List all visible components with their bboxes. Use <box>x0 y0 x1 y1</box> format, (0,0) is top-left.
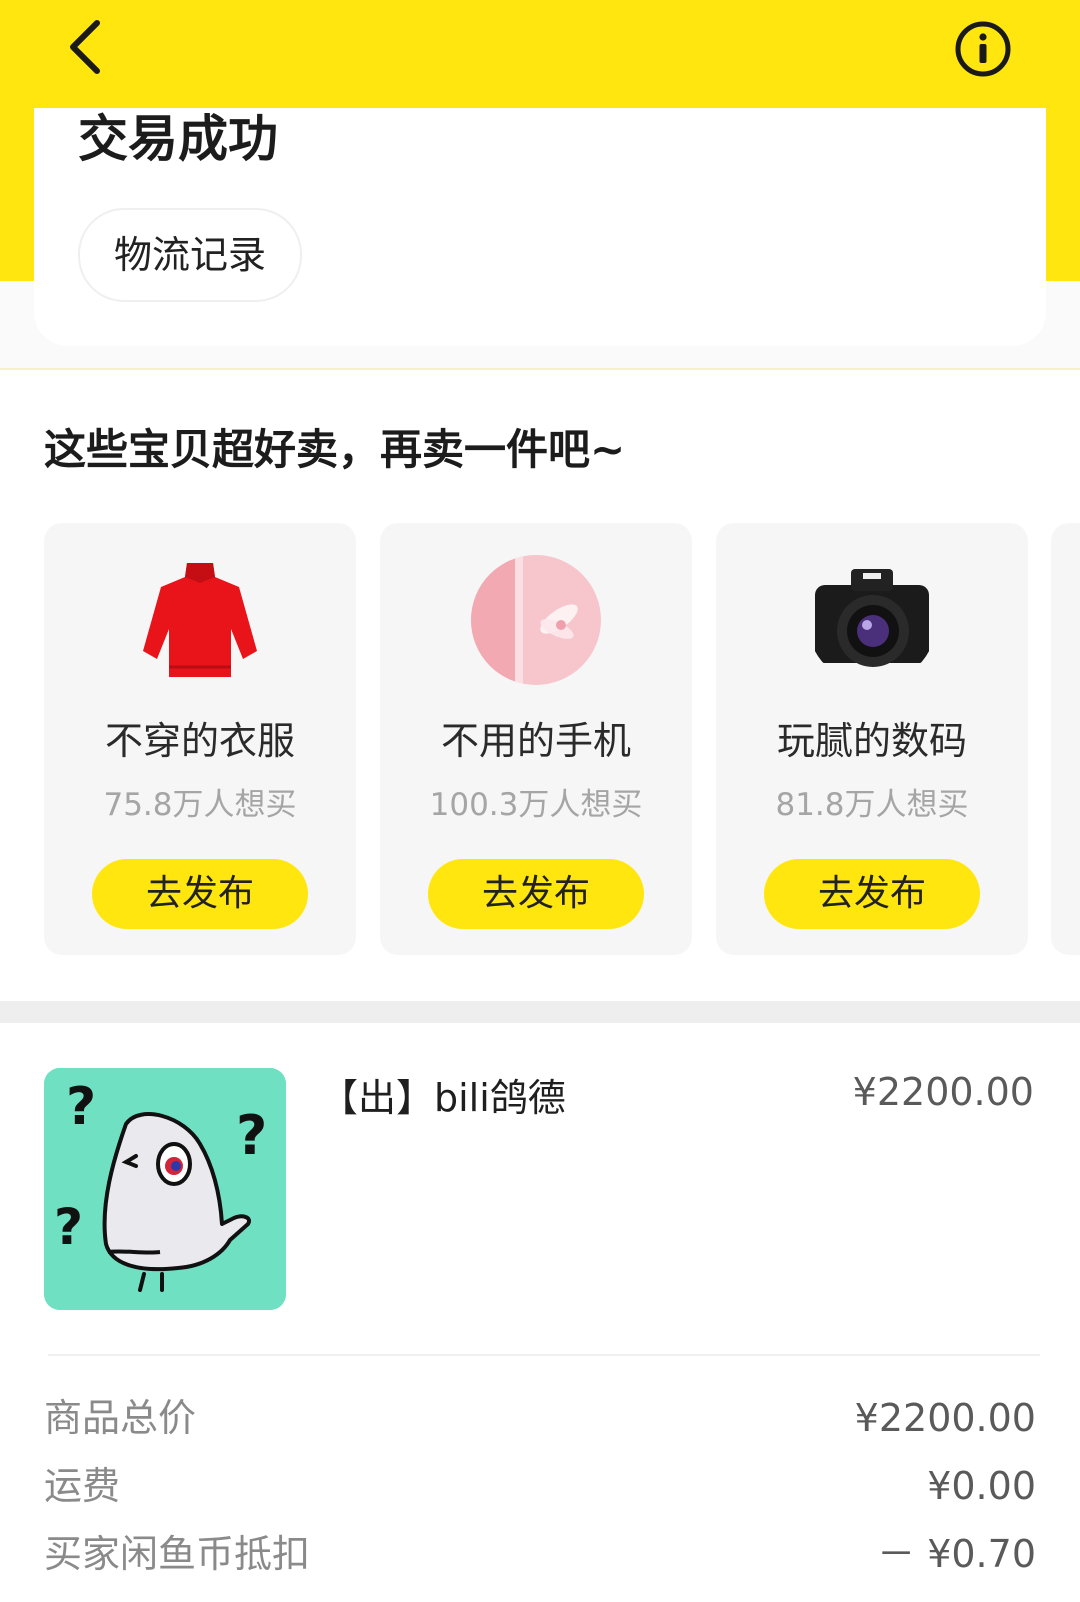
fee-label: 买家闲鱼币抵扣 <box>44 1532 311 1576</box>
section-divider <box>0 368 1080 370</box>
fee-row-coin-deduction: 买家闲鱼币抵扣 － ¥0.70 <box>44 1524 1036 1584</box>
recommend-card-digital[interactable]: 玩腻的数码 81.8万人想买 去发布 <box>716 523 1028 955</box>
card-title: 不穿的衣服 <box>104 719 295 763</box>
fee-label: 商品总价 <box>44 1396 197 1440</box>
product-thumbnail[interactable]: ? ? ? <box>44 1068 286 1310</box>
fee-value: ¥0.00 <box>927 1464 1036 1508</box>
back-button[interactable] <box>50 12 120 82</box>
publish-button[interactable]: 去发布 <box>92 859 308 929</box>
fee-row-shipping: 运费 ¥0.00 <box>44 1456 1036 1516</box>
svg-text:?: ? <box>54 1198 83 1256</box>
pink-phone-image <box>471 555 601 685</box>
fee-value: ¥2200.00 <box>854 1396 1036 1440</box>
card-want-count: 100.3万人想买 <box>429 787 643 823</box>
order-status-title: 交易成功 <box>78 110 278 168</box>
recommend-card-phone[interactable]: 不用的手机 100.3万人想买 去发布 <box>380 523 692 955</box>
red-sweater-image <box>135 555 265 685</box>
card-want-count: 75.8万人想买 <box>103 787 297 823</box>
order-divider <box>48 1354 1040 1356</box>
card-title: 不用的手机 <box>440 719 631 763</box>
fee-row-total: 商品总价 ¥2200.00 <box>44 1388 1036 1448</box>
publish-button[interactable]: 去发布 <box>428 859 644 929</box>
chevron-left-icon <box>70 20 100 74</box>
recommend-title: 这些宝贝超好卖，再卖一件吧~ <box>44 425 626 474</box>
fee-label: 运费 <box>44 1464 121 1508</box>
confused-pigeon-image: ? ? ? <box>44 1068 286 1310</box>
recommend-card-next[interactable] <box>1051 523 1080 955</box>
info-button[interactable] <box>950 16 1016 82</box>
svg-text:?: ? <box>236 1104 267 1167</box>
card-want-count: 81.8万人想买 <box>775 787 969 823</box>
product-price: ¥2200.00 <box>852 1070 1034 1114</box>
card-title: 玩腻的数码 <box>776 719 967 763</box>
recommend-card-clothes[interactable]: 不穿的衣服 75.8万人想买 去发布 <box>44 523 356 955</box>
publish-button[interactable]: 去发布 <box>764 859 980 929</box>
product-title[interactable]: 【出】bili鸽德 <box>320 1070 566 1126</box>
svg-text:?: ? <box>66 1077 96 1137</box>
info-circle-icon <box>955 21 1011 77</box>
logistics-record-button[interactable]: 物流记录 <box>78 208 302 302</box>
section-separator <box>0 1001 1080 1023</box>
camera-image <box>807 555 937 685</box>
order-status-card: 交易成功 物流记录 <box>34 108 1046 346</box>
top-bar <box>0 0 1080 108</box>
fee-value: － ¥0.70 <box>877 1532 1036 1576</box>
